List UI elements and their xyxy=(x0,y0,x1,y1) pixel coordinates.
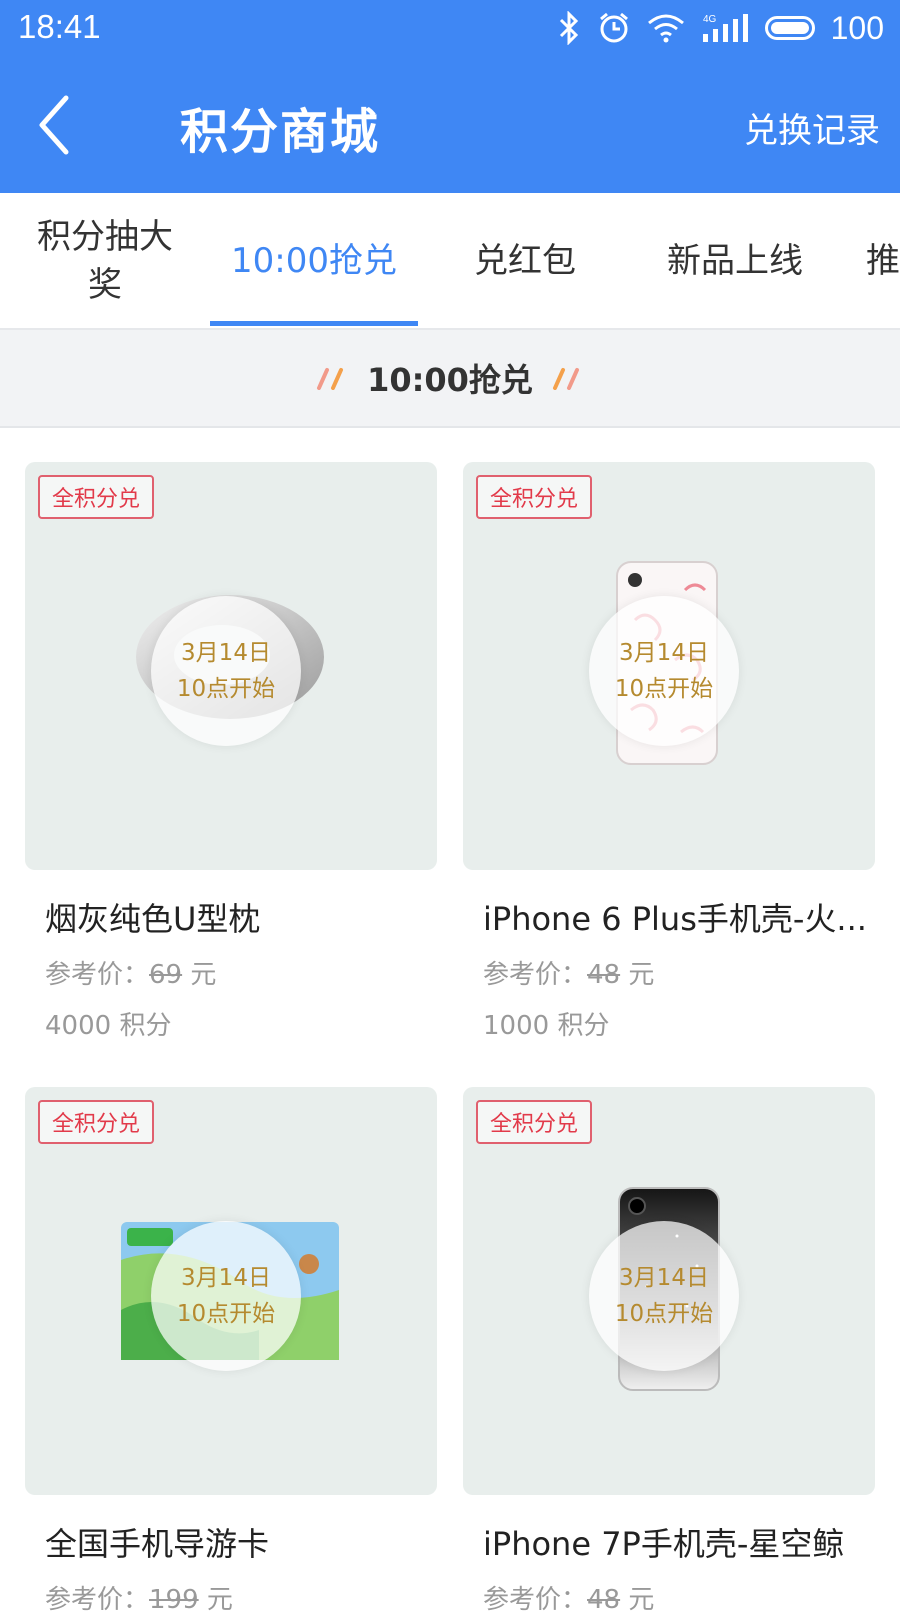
start-time-overlay: 3月14日 10点开始 xyxy=(151,596,301,746)
overlay-time: 10点开始 xyxy=(176,1301,276,1327)
tab-flash-exchange[interactable]: 10:00抢兑 xyxy=(210,193,418,328)
tab-recommend[interactable]: 推 xyxy=(866,193,900,328)
overlay-time: 10点开始 xyxy=(176,676,276,702)
price-label: 参考价： xyxy=(483,960,588,990)
overlay-time: 10点开始 xyxy=(614,1301,714,1327)
section-header: 10:00抢兑 xyxy=(0,330,900,428)
exchange-records-link[interactable]: 兑换记录 xyxy=(744,103,880,152)
tab-new-arrivals[interactable]: 新品上线 xyxy=(640,193,830,328)
start-time-overlay: 3月14日 10点开始 xyxy=(589,1221,739,1371)
battery-icon xyxy=(764,16,815,40)
price-unit: 元 xyxy=(628,960,655,990)
points-value: 1000 xyxy=(483,1011,550,1041)
page-title: 积分商城 xyxy=(180,104,381,160)
bluetooth-icon xyxy=(559,11,578,45)
alarm-clock-icon xyxy=(599,12,628,43)
points-only-badge: 全积分兑 xyxy=(476,1100,593,1144)
product-image[interactable]: 全积分兑 3月14日 10点开始 xyxy=(25,1087,437,1495)
points-unit: 积分 xyxy=(557,1011,610,1041)
points-only-badge: 全积分兑 xyxy=(476,475,593,519)
reference-price: 参考价：199 元 xyxy=(45,1579,437,1616)
overlay-date: 3月14日 xyxy=(181,1265,271,1291)
product-name[interactable]: iPhone 6 Plus手机壳-火... xyxy=(483,894,873,940)
reference-price: 参考价：48 元 xyxy=(483,1579,875,1616)
tab-label: 积分抽大奖 xyxy=(37,216,173,305)
price-unit: 元 xyxy=(190,960,217,990)
reference-price: 参考价：48 元 xyxy=(483,954,875,991)
product-card[interactable]: 全积分兑 3月14日 10点开始 全国手机导游卡 参考价：199 元 xyxy=(25,1087,437,1616)
back-arrow-icon[interactable] xyxy=(30,90,80,160)
category-tabs: 积分抽大奖 10:00抢兑 兑红包 新品上线 推 xyxy=(0,193,900,330)
product-image[interactable]: 全积分兑 3月14日 10点开始 xyxy=(463,1087,875,1495)
product-card[interactable]: 全积分兑 3月14日 10点开始 iPhone 7P手机壳-星空鲸 参考价：48… xyxy=(463,1087,875,1616)
battery-level: 100 xyxy=(830,9,884,46)
app-header: 18:41 4G 100 积分商城 兑换记录 xyxy=(0,0,900,193)
tab-lottery[interactable]: 积分抽大奖 xyxy=(20,193,190,328)
tab-label: 新品上线 xyxy=(667,240,803,281)
product-image[interactable]: 全积分兑 3月14日 10点开始 xyxy=(463,462,875,870)
product-card[interactable]: 全积分兑 3月14日 10点开始 烟灰纯色U型枕 参考价：69 元 4000 积… xyxy=(25,462,437,1042)
active-tab-indicator xyxy=(210,321,418,326)
svg-text:4G: 4G xyxy=(703,14,717,25)
price-value: 69 xyxy=(149,960,183,990)
status-time: 18:41 xyxy=(18,8,101,45)
product-name[interactable]: iPhone 7P手机壳-星空鲸 xyxy=(483,1519,873,1565)
reference-price: 参考价：69 元 xyxy=(45,954,437,991)
signal-4g-icon: 4G xyxy=(702,14,748,42)
price-unit: 元 xyxy=(206,1585,233,1615)
points-only-badge: 全积分兑 xyxy=(38,475,155,519)
price-label: 参考价： xyxy=(45,1585,150,1615)
price-label: 参考价： xyxy=(45,960,150,990)
tab-label: 10:00抢兑 xyxy=(231,240,397,281)
product-image[interactable]: 全积分兑 3月14日 10点开始 xyxy=(25,462,437,870)
points-unit: 积分 xyxy=(119,1011,172,1041)
overlay-time: 10点开始 xyxy=(614,676,714,702)
section-title: 10:00抢兑 xyxy=(367,361,533,399)
points-cost: 4000 积分 xyxy=(45,1005,437,1042)
points-value: 4000 xyxy=(45,1011,112,1041)
overlay-date: 3月14日 xyxy=(619,1265,709,1291)
price-label: 参考价： xyxy=(483,1585,588,1615)
points-only-badge: 全积分兑 xyxy=(38,1100,155,1144)
product-name[interactable]: 烟灰纯色U型枕 xyxy=(45,894,435,940)
overlay-date: 3月14日 xyxy=(619,640,709,666)
slash-decoration-icon xyxy=(552,368,579,390)
start-time-overlay: 3月14日 10点开始 xyxy=(589,596,739,746)
start-time-overlay: 3月14日 10点开始 xyxy=(151,1221,301,1371)
tab-label: 兑红包 xyxy=(474,240,576,281)
slash-decoration-icon xyxy=(317,368,344,390)
wifi-icon xyxy=(647,14,684,43)
price-value: 199 xyxy=(149,1585,199,1615)
overlay-date: 3月14日 xyxy=(181,640,271,666)
price-unit: 元 xyxy=(628,1585,655,1615)
price-value: 48 xyxy=(587,1585,621,1615)
price-value: 48 xyxy=(587,960,621,990)
points-cost: 1000 积分 xyxy=(483,1005,875,1042)
tab-red-packet[interactable]: 兑红包 xyxy=(440,193,610,328)
tab-label: 推 xyxy=(866,240,900,281)
product-name[interactable]: 全国手机导游卡 xyxy=(45,1519,435,1565)
status-icons: 4G 100 xyxy=(557,6,884,50)
status-bar: 18:41 4G 100 xyxy=(0,0,900,56)
product-card[interactable]: 全积分兑 3月14日 10点开始 iPhone 6 Plus手机壳-火... 参… xyxy=(463,462,875,1042)
